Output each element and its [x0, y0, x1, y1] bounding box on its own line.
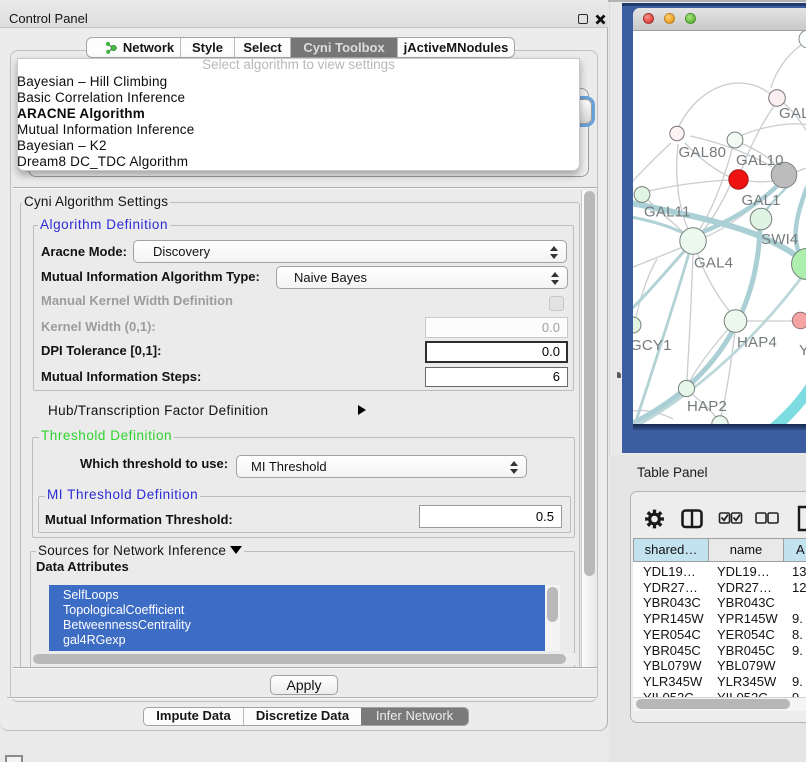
svg-text:SWI4: SWI4 [761, 231, 798, 248]
svg-text:GAL10: GAL10 [736, 152, 784, 169]
svg-text:GAL11: GAL11 [644, 204, 691, 221]
svg-text:GCY1: GCY1 [633, 337, 672, 354]
svg-text:GAL2: GAL2 [779, 105, 806, 122]
svg-text:GAL80: GAL80 [679, 144, 727, 161]
svg-text:YD: YD [799, 342, 806, 359]
svg-text:GAL1: GAL1 [742, 192, 781, 209]
svg-text:HAP2: HAP2 [687, 398, 727, 415]
svg-text:GAL4: GAL4 [694, 255, 733, 272]
svg-text:HAP4: HAP4 [737, 334, 777, 351]
